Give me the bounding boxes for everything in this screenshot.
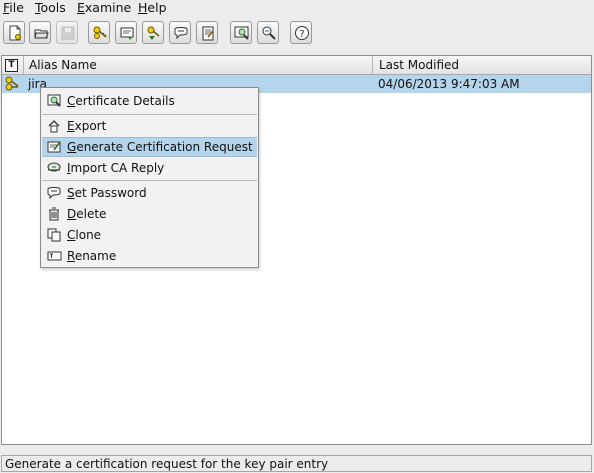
menu-separator bbox=[42, 114, 257, 115]
new-keystore-button[interactable] bbox=[3, 21, 25, 44]
menu-item-label: Rename bbox=[67, 249, 117, 263]
menu-item-clone[interactable]: Clone bbox=[42, 225, 257, 245]
open-keystore-button[interactable] bbox=[29, 21, 51, 44]
export-icon bbox=[47, 119, 62, 133]
keystore-report-button[interactable] bbox=[196, 21, 218, 44]
menu-item-export[interactable]: Export bbox=[42, 116, 257, 136]
menu-item-label: Import CA Reply bbox=[67, 161, 165, 175]
generate-key-pair-icon bbox=[93, 26, 107, 39]
menu-item-label: Clone bbox=[67, 228, 102, 242]
help-icon: ? bbox=[295, 26, 309, 40]
type-header-icon: T bbox=[5, 59, 18, 72]
menu-examine[interactable]: Examine bbox=[77, 0, 131, 16]
menu-tools[interactable]: Tools bbox=[35, 0, 66, 16]
menu-item-label: Export bbox=[67, 119, 107, 133]
menu-item-label: Certificate Details bbox=[67, 94, 175, 108]
save-keystore-icon bbox=[61, 26, 75, 40]
keystore-report-icon bbox=[202, 26, 214, 41]
generate-csr-icon bbox=[47, 140, 62, 154]
menu-bar: File Tools Examine Help bbox=[0, 0, 594, 16]
set-password-button[interactable] bbox=[169, 21, 191, 44]
menu-item-set-password[interactable]: Set Password bbox=[42, 183, 257, 203]
last-modified-cell: 04/06/2013 9:47:03 AM bbox=[378, 77, 520, 91]
examine-ssl-icon bbox=[262, 26, 276, 40]
examine-ssl-button[interactable] bbox=[257, 21, 279, 44]
clone-icon bbox=[47, 228, 62, 242]
menu-item-certificate-details[interactable]: Certificate Details bbox=[42, 91, 257, 111]
menu-item-rename[interactable]: Rename bbox=[42, 246, 257, 266]
certificate-details-icon bbox=[47, 94, 62, 108]
set-password-icon bbox=[47, 186, 62, 200]
delete-icon bbox=[47, 207, 62, 221]
new-keystore-icon bbox=[9, 25, 21, 41]
menu-item-label: Generate Certification Request bbox=[67, 140, 253, 154]
menu-item-label: Delete bbox=[67, 207, 107, 221]
import-trusted-certificate-button[interactable] bbox=[115, 21, 137, 44]
key-pair-icon bbox=[4, 75, 20, 93]
column-header-alias[interactable]: Alias Name bbox=[24, 56, 373, 74]
context-menu: Certificate Details Export Generate Cert… bbox=[40, 87, 259, 268]
save-keystore-button[interactable] bbox=[56, 21, 78, 44]
generate-key-pair-button[interactable] bbox=[88, 21, 110, 44]
examine-certificate-icon bbox=[234, 26, 249, 40]
status-bar: Generate a certification request for the… bbox=[1, 455, 592, 472]
set-password-icon bbox=[174, 27, 188, 40]
examine-certificate-button[interactable] bbox=[230, 21, 252, 44]
rename-icon bbox=[47, 249, 62, 263]
menu-item-label: Set Password bbox=[67, 186, 147, 200]
import-key-pair-button[interactable] bbox=[142, 21, 164, 44]
menu-help[interactable]: Help bbox=[138, 0, 167, 16]
import-key-pair-icon bbox=[147, 26, 160, 40]
column-header-type[interactable]: T bbox=[2, 56, 24, 74]
menu-file[interactable]: File bbox=[3, 0, 24, 16]
svg-text:?: ? bbox=[299, 29, 304, 40]
toolbar: ? bbox=[0, 17, 594, 49]
menu-separator bbox=[42, 180, 257, 181]
table-header: T Alias Name Last Modified bbox=[2, 56, 591, 75]
help-button[interactable]: ? bbox=[290, 21, 312, 44]
open-keystore-icon bbox=[34, 29, 49, 39]
import-ca-reply-icon bbox=[47, 161, 62, 175]
menu-item-generate-certification-request[interactable]: Generate Certification Request bbox=[42, 137, 257, 157]
menu-item-import-ca-reply[interactable]: Import CA Reply bbox=[42, 158, 257, 178]
import-trusted-certificate-icon bbox=[120, 27, 134, 40]
column-header-last-modified[interactable]: Last Modified bbox=[373, 56, 591, 74]
menu-item-delete[interactable]: Delete bbox=[42, 204, 257, 224]
